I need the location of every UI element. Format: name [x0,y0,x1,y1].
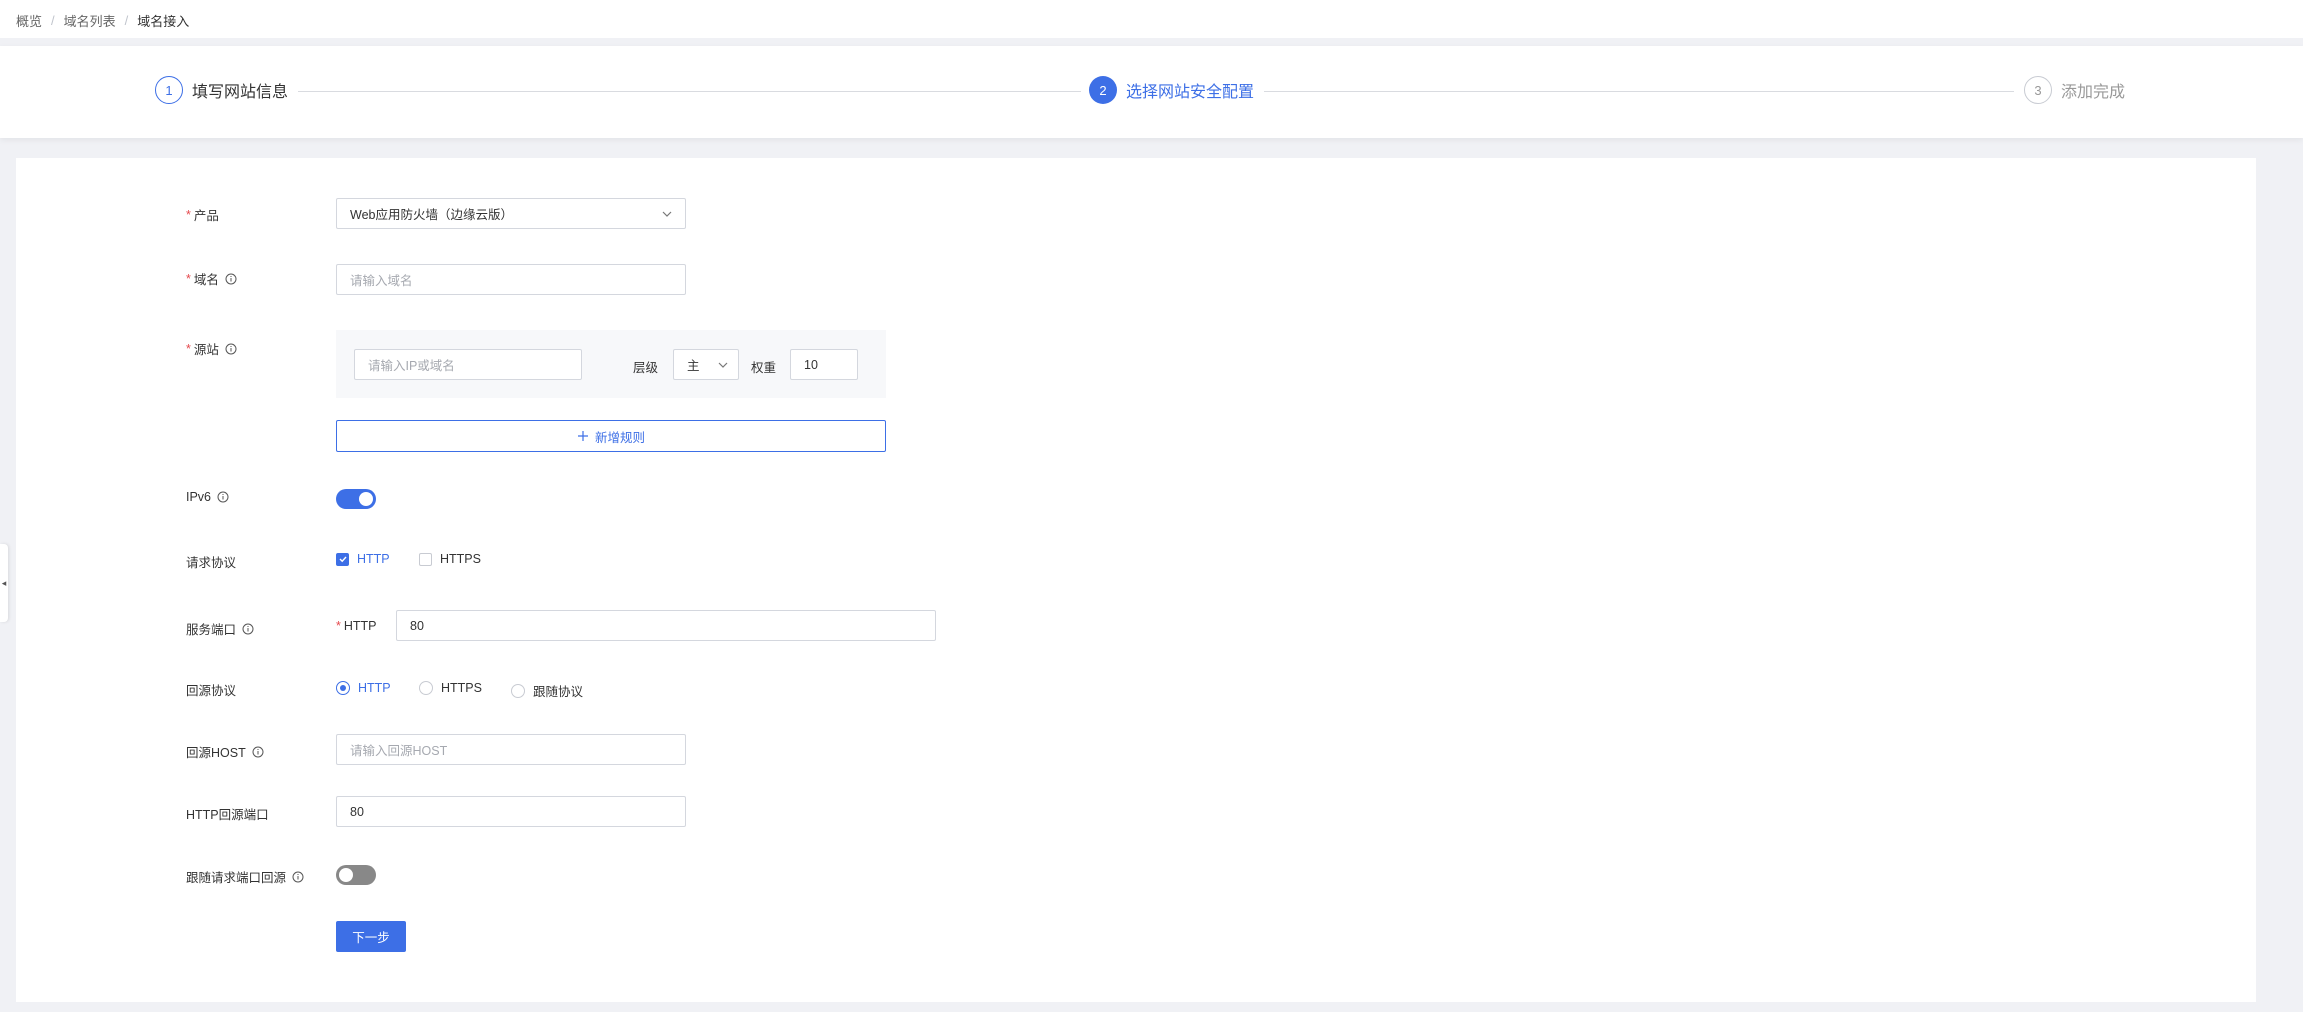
step-3-number: 3 [2024,76,2052,104]
step-1-number: 1 [155,76,183,104]
origin-protocol-https-radio[interactable]: HTTPS [419,681,482,695]
sidebar-collapse-handle[interactable]: ◂ [0,544,8,622]
request-protocol-http-checkbox[interactable]: HTTP [336,552,390,566]
step-connector [1264,91,2014,92]
step-3: 3 添加完成 [2024,76,2125,104]
domain-input[interactable]: 请输入域名 [336,264,686,295]
product-select-value: Web应用防火墙（边缘云版） [350,208,513,222]
follow-request-port-toggle[interactable] [336,865,376,885]
origin-http-option-label: HTTP [358,681,391,695]
radio-unchecked-icon [511,683,525,698]
ipv6-label-text: IPv6 [186,490,212,504]
plus-icon [577,431,588,441]
domain-label-text: 域名 [193,273,219,287]
product-select[interactable]: Web应用防火墙（边缘云版） [336,198,686,229]
http-option-label: HTTP [357,552,390,566]
step-3-title: 添加完成 [2061,84,2126,101]
breadcrumb: 概览 / 域名列表 / 域名接入 [16,11,189,30]
chevron-left-icon: ◂ [1,577,7,588]
service-port-http-input[interactable]: 80 [396,610,936,641]
origin-host-label-text: 回源HOST [186,746,246,760]
service-port-http-label-text: HTTP [343,619,377,633]
checkbox-checked-icon [336,552,349,566]
request-protocol-https-checkbox[interactable]: HTTPS [419,552,481,566]
step-connector [298,91,1081,92]
breadcrumb-separator: / [124,13,129,28]
origin-ip-placeholder: 请输入IP或域名 [368,359,455,373]
info-icon[interactable] [252,746,264,758]
origin-protocol-label: 回源协议 [186,680,236,699]
step-2-number: 2 [1089,76,1117,104]
https-option-label: HTTPS [440,552,481,566]
origin-protocol-http-radio[interactable]: HTTP [336,681,391,695]
add-rule-button[interactable]: 新增规则 [336,420,886,452]
info-icon[interactable] [242,623,254,635]
domain-label: * 域名 [186,269,237,288]
follow-request-port-label-text: 跟随请求端口回源 [186,871,287,885]
product-label: * 产品 [186,205,219,224]
next-step-button[interactable]: 下一步 [336,921,406,952]
required-mark: * [336,619,341,633]
ipv6-toggle[interactable] [336,489,376,509]
breadcrumb-current: 域名接入 [137,14,190,29]
follow-request-port-label: 跟随请求端口回源 [186,867,304,886]
origin-host-label: 回源HOST [186,742,264,761]
required-mark: * [186,207,191,222]
checkbox-unchecked-icon [419,552,432,566]
chevron-down-icon [661,208,673,223]
add-rule-label: 新增规则 [594,430,645,445]
info-icon[interactable] [217,491,229,503]
origin-protocol-follow-radio[interactable]: 跟随协议 [511,681,583,700]
origin-protocol-label-text: 回源协议 [186,684,237,698]
http-origin-port-input[interactable]: 80 [336,796,686,827]
weight-input-value: 10 [804,357,818,372]
top-bar: 概览 / 域名列表 / 域名接入 [0,0,2303,38]
chevron-down-icon [717,359,729,374]
domain-input-placeholder: 请输入域名 [350,274,413,288]
http-origin-port-label: HTTP回源端口 [186,804,269,823]
ipv6-label: IPv6 [186,490,229,504]
toggle-knob [339,868,353,882]
toggle-knob [359,492,373,506]
info-icon[interactable] [225,273,237,285]
info-icon[interactable] [225,343,237,355]
http-origin-port-value: 80 [350,804,364,819]
request-protocol-label-text: 请求协议 [186,556,237,570]
required-mark: * [186,271,191,286]
weight-input[interactable]: 10 [790,349,858,380]
origin-follow-option-label: 跟随协议 [533,685,584,699]
service-port-http-label: * HTTP [336,619,377,633]
info-icon[interactable] [292,871,304,883]
origin-label-text: 源站 [193,343,219,357]
http-origin-port-label-text: HTTP回源端口 [186,808,269,822]
breadcrumb-separator: / [51,13,55,28]
breadcrumb-domain-list[interactable]: 域名列表 [64,11,116,30]
radio-checked-icon [336,681,350,695]
weight-label: 权重 [751,361,777,375]
origin-label: * 源站 [186,339,237,358]
service-port-label: 服务端口 [186,619,254,638]
step-1: 1 填写网站信息 [155,76,288,104]
origin-ip-input[interactable]: 请输入IP或域名 [354,349,582,380]
origin-host-placeholder: 请输入回源HOST [350,744,448,758]
breadcrumb-overview[interactable]: 概览 [16,11,42,30]
origin-https-option-label: HTTPS [441,681,482,695]
steps-panel: 1 填写网站信息 2 选择网站安全配置 3 添加完成 [0,46,2303,138]
service-port-http-value: 80 [410,618,424,633]
required-mark: * [186,341,191,356]
step-2: 2 选择网站安全配置 [1089,76,1254,104]
origin-host-input[interactable]: 请输入回源HOST [336,734,686,765]
request-protocol-label: 请求协议 [186,552,236,571]
level-select[interactable]: 主 [673,349,739,380]
service-port-label-text: 服务端口 [186,623,237,637]
radio-unchecked-icon [419,681,433,695]
step-1-title: 填写网站信息 [192,84,289,101]
level-label: 层级 [633,361,659,375]
product-label-text: 产品 [193,209,219,223]
step-2-title: 选择网站安全配置 [1126,84,1255,101]
level-select-value: 主 [687,359,700,373]
